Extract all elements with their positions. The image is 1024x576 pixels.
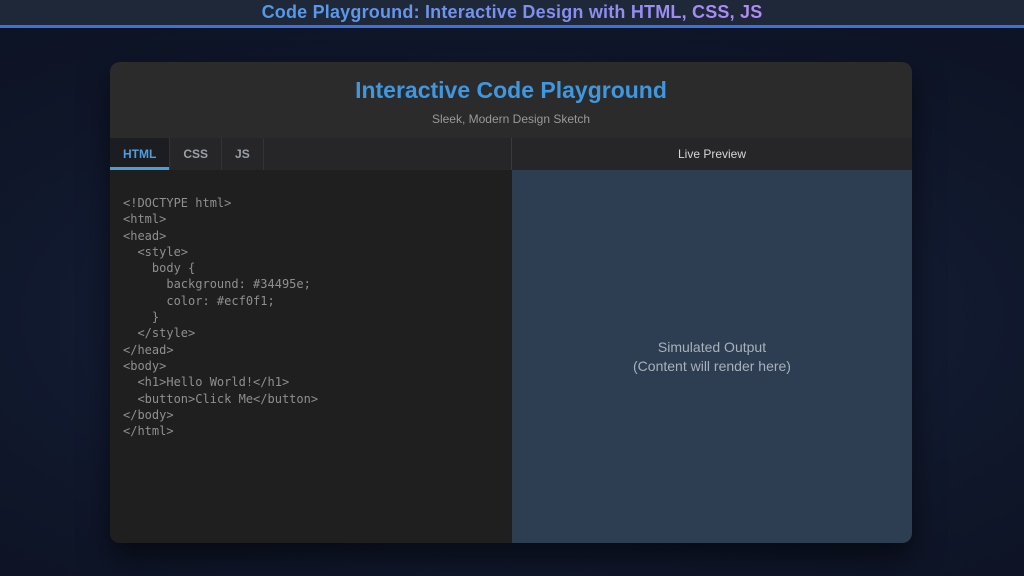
playground-card: Interactive Code Playground Sleek, Moder… (110, 62, 912, 543)
code-line: <!DOCTYPE html> (123, 195, 502, 211)
tab-row: HTML CSS JS Live Preview (110, 138, 912, 170)
tab-js[interactable]: JS (222, 138, 264, 170)
code-line: <html> (123, 211, 502, 227)
code-line: } (123, 309, 502, 325)
card-header: Interactive Code Playground Sleek, Moder… (110, 62, 912, 138)
code-line: <h1>Hello World!</h1> (123, 374, 502, 390)
editor-tabs: HTML CSS JS (110, 138, 512, 170)
code-line: background: #34495e; (123, 276, 502, 292)
preview-placeholder-line2: (Content will render here) (633, 357, 791, 376)
code-line: <style> (123, 244, 502, 260)
page-header: Code Playground: Interactive Design with… (0, 0, 1024, 28)
code-line: body { (123, 260, 502, 276)
preview-placeholder-line1: Simulated Output (658, 338, 766, 357)
code-line: <button>Click Me</button> (123, 391, 502, 407)
live-preview-pane: Simulated Output (Content will render he… (512, 170, 912, 543)
code-line: <body> (123, 358, 502, 374)
code-line: </html> (123, 423, 502, 439)
code-line: <head> (123, 228, 502, 244)
tab-css[interactable]: CSS (170, 138, 222, 170)
tab-html[interactable]: HTML (110, 138, 170, 170)
card-content: <!DOCTYPE html> <html> <head> <style> bo… (110, 170, 912, 543)
code-line: </head> (123, 342, 502, 358)
page-title: Code Playground: Interactive Design with… (262, 2, 763, 23)
live-preview-header: Live Preview (512, 138, 912, 170)
code-editor[interactable]: <!DOCTYPE html> <html> <head> <style> bo… (110, 170, 512, 543)
code-line: </style> (123, 325, 502, 341)
card-title: Interactive Code Playground (110, 77, 912, 104)
card-subtitle: Sleek, Modern Design Sketch (110, 112, 912, 126)
code-line: </body> (123, 407, 502, 423)
code-line: color: #ecf0f1; (123, 293, 502, 309)
